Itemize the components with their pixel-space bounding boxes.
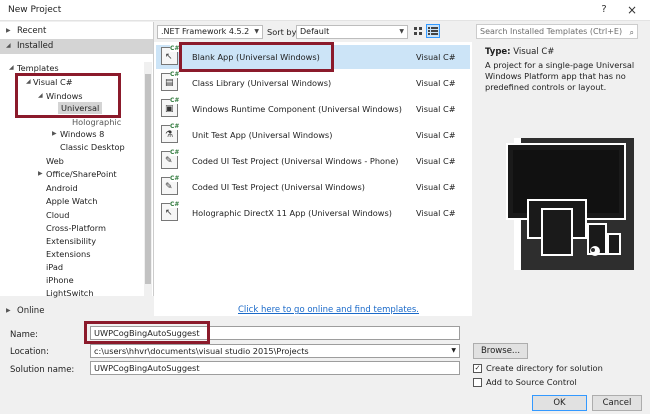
collapse-arrow-icon: ◢ (6, 42, 11, 49)
template-icon: C# ✎ (161, 175, 180, 195)
grid-view-icon (414, 27, 422, 35)
sort-by-select[interactable]: Default ▼ (296, 25, 408, 39)
chevron-down-icon: ▼ (451, 347, 456, 354)
ok-button[interactable]: OK (532, 395, 587, 411)
window-title: New Project (8, 5, 62, 15)
close-button[interactable]: × (624, 2, 640, 18)
location-combo[interactable]: c:\users\hhvr\documents\visual studio 20… (90, 344, 460, 358)
tree-templates[interactable]: Templates (17, 63, 59, 73)
template-icon: C# ⚗ (161, 123, 180, 143)
tree-extensibility[interactable]: Extensibility (46, 236, 96, 246)
search-icon: ⌕ (629, 28, 634, 37)
list-view-button[interactable] (426, 24, 440, 38)
template-row[interactable]: C# ↖ Holographic DirectX 11 App (Universa… (156, 201, 470, 225)
tree-holographic[interactable]: Holographic (72, 117, 121, 127)
tree-windows-8[interactable]: Windows 8 (60, 129, 104, 139)
chevron-down-icon: ▼ (254, 28, 259, 35)
search-templates-input[interactable]: Search Installed Templates (Ctrl+E) ⌕ (476, 24, 638, 39)
tree-classic-desktop[interactable]: Classic Desktop (60, 142, 125, 152)
template-row[interactable]: C# ⚗ Unit Test App (Universal Windows) Vi… (156, 123, 470, 147)
expand-arrow-icon: ▶ (6, 27, 11, 34)
tree-office[interactable]: Office/SharePoint (46, 169, 117, 179)
template-icon: C# ✎ (161, 149, 180, 169)
chevron-down-icon: ▼ (399, 28, 404, 35)
cancel-button[interactable]: Cancel (592, 395, 642, 411)
template-list: C# ↖ Blank App (Universal Windows) Visual… (154, 42, 472, 316)
template-icon: C# ▤ (161, 71, 180, 91)
expand-arrow-icon: ▶ (6, 307, 11, 314)
title-bar: New Project ? × (0, 0, 650, 21)
expand-arrow-icon: ▶ (38, 170, 43, 177)
location-label: Location: (10, 347, 49, 357)
sort-by-label: Sort by: (267, 27, 299, 37)
tree-cross-platform[interactable]: Cross-Platform (46, 223, 106, 233)
tree-apple-watch[interactable]: Apple Watch (46, 196, 97, 206)
small-icons-view-button[interactable] (411, 24, 425, 38)
template-row[interactable]: C# ✎ Coded UI Test Project (Universal Win… (156, 175, 470, 199)
template-row[interactable]: C# ▣ Windows Runtime Component (Universal… (156, 97, 470, 121)
tree-cloud[interactable]: Cloud (46, 210, 69, 220)
solution-name-label: Solution name: (10, 365, 75, 375)
devices-illustration (506, 138, 634, 270)
tree-online[interactable]: ▶ Online (0, 304, 153, 319)
name-label: Name: (10, 330, 38, 340)
scrollbar-thumb[interactable] (145, 74, 151, 284)
tree-lightswitch[interactable]: LightSwitch (46, 288, 94, 298)
browse-button[interactable]: Browse... (473, 343, 528, 359)
tree-iphone[interactable]: iPhone (46, 275, 74, 285)
tree-scrollbar[interactable] (144, 62, 152, 296)
template-row[interactable]: C# ▤ Class Library (Universal Windows) Vi… (156, 71, 470, 95)
help-button[interactable]: ? (596, 2, 612, 18)
list-view-icon (428, 27, 438, 35)
highlight-box (179, 42, 334, 72)
template-tree-pane: ▶ Recent ◢ Installed ◢ Templates ◢ Visua… (0, 22, 154, 298)
template-row[interactable]: C# ✎ Coded UI Test Project (Universal Win… (156, 149, 470, 173)
expand-arrow-icon: ▶ (52, 130, 57, 137)
template-type: Type: Visual C# (485, 47, 555, 57)
framework-select[interactable]: .NET Framework 4.5.2 ▼ (157, 25, 263, 39)
add-source-control-checkbox[interactable] (473, 378, 482, 387)
highlight-box (84, 321, 210, 344)
tree-ipad[interactable]: iPad (46, 262, 63, 272)
create-directory-label: Create directory for solution (486, 363, 603, 373)
template-icon: C# ↖ (161, 45, 180, 65)
template-icon: C# ▣ (161, 97, 180, 117)
tree-recent[interactable]: ▶ Recent (0, 24, 153, 39)
tree-extensions[interactable]: Extensions (46, 249, 90, 259)
tree-web[interactable]: Web (46, 156, 64, 166)
solution-name-input[interactable]: UWPCogBingAutoSuggest (90, 361, 460, 375)
tree-android[interactable]: Android (46, 183, 78, 193)
template-icon: C# ↖ (161, 201, 180, 221)
add-source-control-label: Add to Source Control (486, 377, 577, 387)
find-templates-online-link[interactable]: Click here to go online and find templat… (238, 305, 419, 315)
tree-installed[interactable]: ◢ Installed (0, 39, 153, 54)
create-directory-checkbox[interactable]: ✓ (473, 364, 482, 373)
template-description: A project for a single-page Universal Wi… (485, 60, 635, 92)
collapse-arrow-icon: ◢ (9, 64, 14, 71)
highlight-box (15, 73, 121, 118)
